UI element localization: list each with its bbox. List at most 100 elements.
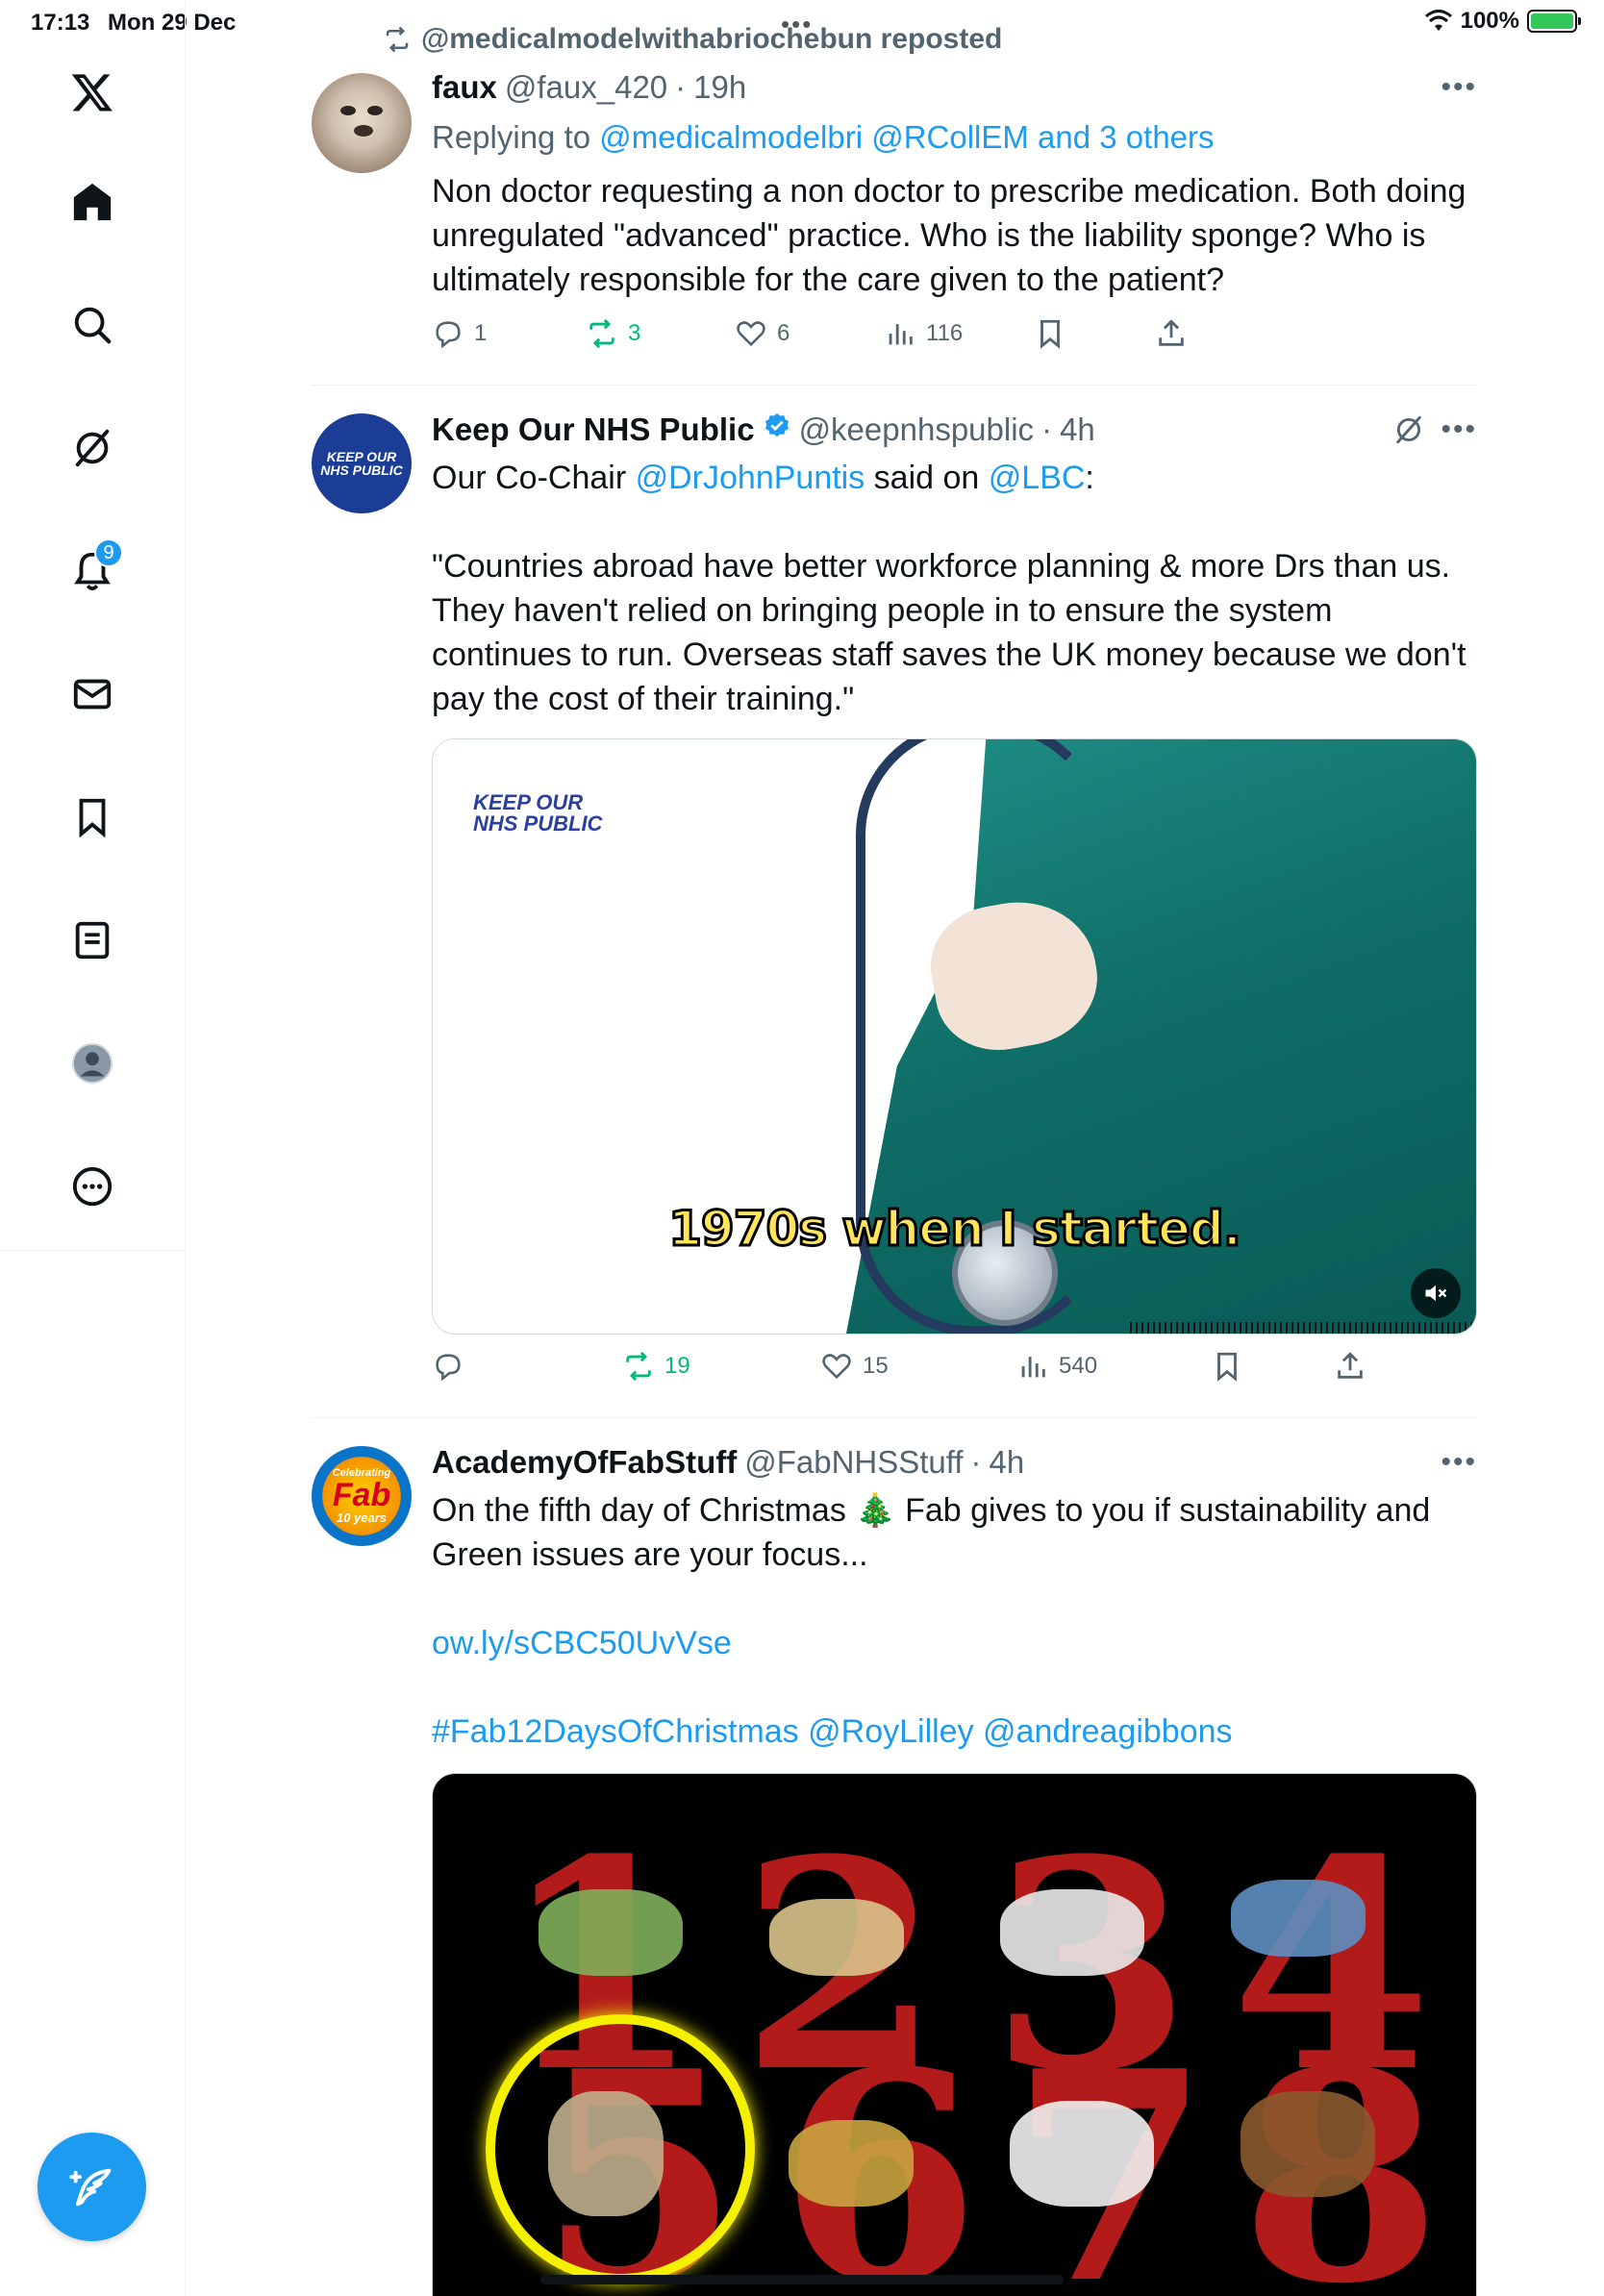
like-count: 6 [777,320,790,346]
tweet-text: On the fifth day of Christmas 🎄 Fab give… [432,1492,1431,1573]
more-options-icon[interactable]: ••• [1441,413,1477,446]
repost-button[interactable]: 19 [622,1350,690,1383]
video-player[interactable]: KEEP OUR NHS PUBLIC 1970s when I started… [432,738,1477,1335]
tweet-divider [312,385,1477,386]
repost-icon [589,318,614,349]
notifications-icon[interactable]: 9 [54,533,131,610]
repost-banner[interactable]: @medicalmodelwithabriochebun reposted [383,23,1002,56]
home-icon[interactable] [54,163,131,240]
avatar-text: 10 years [336,1510,388,1525]
author-handle[interactable]: @faux_420 [505,69,667,106]
mute-button[interactable] [1411,1268,1461,1318]
tweet-actions: 19 15 540 [432,1350,1477,1398]
views-icon [1021,1357,1045,1378]
tweet-time[interactable]: 4h [990,1444,1025,1481]
tweet-text-segment: : [1085,460,1094,496]
profile-icon[interactable] [54,1025,131,1102]
battery-percent: 100% [1460,8,1519,34]
status-right: 100% [1424,8,1581,35]
tweet-time[interactable]: 4h [1060,412,1095,448]
tweet-link[interactable]: ow.ly/sCBC50UvVse [432,1621,1477,1665]
heart-icon [822,1354,851,1380]
tweet-text-segment: said on [865,460,989,496]
author-name[interactable]: faux [432,69,497,106]
reply-to-link[interactable]: @medicalmodelbri @RCollEM and 3 others [599,119,1214,155]
image-decoration [1231,1880,1366,1957]
bookmark-icon [1040,319,1060,349]
notifications-badge: 9 [94,538,123,567]
more-options-icon[interactable]: ••• [1441,71,1477,104]
author-name[interactable]: Keep Our NHS Public [432,412,755,448]
avatar[interactable]: KEEP OUR NHS PUBLIC [312,413,412,513]
like-count: 15 [863,1353,889,1379]
more-icon[interactable] [54,1148,131,1225]
video-progress[interactable] [1130,1322,1476,1334]
wifi-icon [1424,10,1452,31]
video-logo-line: NHS PUBLIC [473,811,603,836]
repost-banner-text: @medicalmodelwithabriochebun reposted [421,23,1003,55]
dot-separator: · [675,69,687,105]
reply-icon [436,1354,461,1382]
views-count: 116 [926,320,964,346]
views-button[interactable]: 540 [1016,1350,1097,1383]
author-handle[interactable]: @keepnhspublic [799,412,1035,448]
reply-count: 1 [474,320,488,346]
tweet-quote-text: "Countries abroad have better workforce … [432,548,1466,717]
repost-button[interactable]: 3 [586,317,640,350]
heart-icon [737,321,765,347]
tweet-header: AcademyOfFabStuff @FabNHSStuff · 4h [432,1444,1024,1481]
grok-icon[interactable] [54,410,131,487]
share-button[interactable] [1155,317,1188,350]
image-decoration [789,2120,914,2207]
search-icon[interactable] [54,287,131,363]
repost-count: 19 [664,1353,690,1379]
share-button[interactable] [1334,1350,1366,1383]
tweet-text-segment: Our Co-Chair [432,460,636,496]
lists-icon[interactable] [54,902,131,979]
home-indicator[interactable] [540,2275,1064,2284]
verified-badge-icon [764,412,789,437]
x-logo-icon[interactable] [54,54,131,131]
bookmarks-icon[interactable] [54,779,131,856]
mention-link[interactable]: @DrJohnPuntis [636,460,865,496]
reply-button[interactable] [432,1350,474,1383]
dot-separator: · [1041,412,1053,447]
bookmark-button[interactable] [1034,317,1066,350]
repost-icon [386,26,409,53]
share-icon [1159,319,1184,346]
author-handle[interactable]: @FabNHSStuff [744,1444,963,1481]
more-options-icon[interactable]: ••• [1441,1446,1477,1479]
like-button[interactable]: 15 [820,1350,889,1383]
mention-link[interactable]: @LBC [989,460,1086,496]
reply-icon [436,321,461,349]
reply-button[interactable]: 1 [432,317,487,350]
muted-speaker-icon [1425,1285,1447,1302]
bookmark-button[interactable] [1211,1350,1243,1383]
sidebar-nav: 9 [0,0,186,2296]
reply-prefix: Replying to [432,119,600,155]
compose-button[interactable] [38,2133,146,2241]
avatar-text: Fab [332,1477,391,1513]
tweet-header: faux @faux_420 · 19h [432,69,746,106]
messages-icon[interactable] [54,656,131,733]
tweet-text: Non doctor requesting a non doctor to pr… [432,173,1466,298]
avatar[interactable]: Celebrating Fab 10 years [312,1446,412,1546]
avatar[interactable] [312,73,412,173]
dot-separator: · [970,1444,982,1480]
tweet-text: Our Co-Chair @DrJohnPuntis said on @LBC: [432,456,1477,500]
views-button[interactable]: 116 [884,317,963,350]
author-name[interactable]: AcademyOfFabStuff [432,1444,737,1481]
image-decoration [1000,1889,1144,1976]
grok-icon[interactable] [1392,413,1425,446]
video-logo: KEEP OUR NHS PUBLIC [473,792,602,835]
video-caption: 1970s when I started. [667,1200,1243,1259]
reply-context: Replying to @medicalmodelbri @RCollEM an… [432,115,1477,160]
avatar-text: KEEP OUR [326,449,397,464]
tweet-image[interactable]: 1 2 3 4 5 6 7 8 [432,1773,1477,2296]
tweet-divider [312,1417,1477,1418]
hashtag-mentions[interactable]: #Fab12DaysOfChristmas @RoyLilley @andrea… [432,1710,1477,1754]
like-button[interactable]: 6 [735,317,789,350]
tweet-time[interactable]: 19h [693,69,746,106]
compose-feather-icon [68,2168,111,2206]
bookmark-icon [1217,1352,1237,1382]
